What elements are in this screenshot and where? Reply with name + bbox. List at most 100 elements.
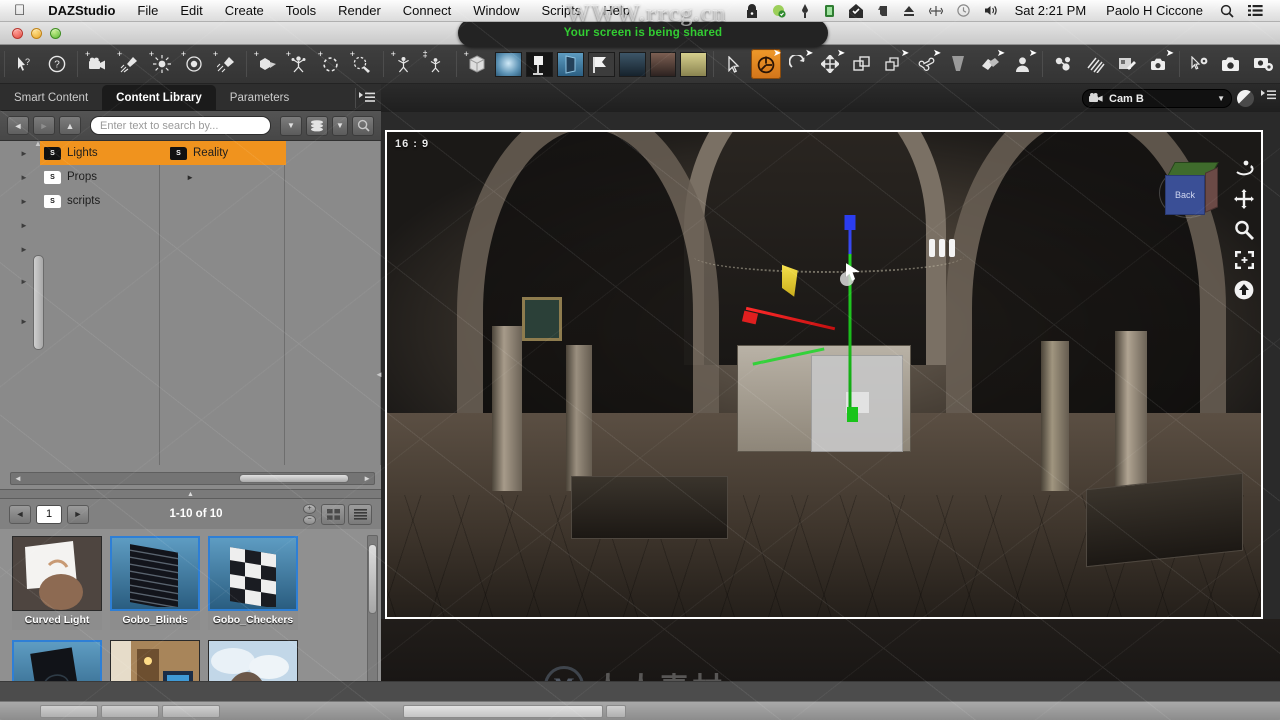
scrollbar-thumb[interactable] bbox=[239, 474, 349, 483]
viewport-options-icon[interactable] bbox=[1261, 90, 1276, 102]
add-pointlight-icon[interactable]: + bbox=[147, 49, 177, 79]
view-cube[interactable]: Back bbox=[1159, 162, 1227, 220]
thumbnail-image[interactable] bbox=[110, 536, 200, 611]
tree-item-scripts[interactable]: S scripts bbox=[40, 189, 200, 213]
lock-icon[interactable] bbox=[746, 3, 758, 18]
forward-arrow-icon[interactable]: ► bbox=[33, 116, 55, 135]
scene-preset-thumb[interactable] bbox=[618, 51, 646, 77]
eject-icon[interactable] bbox=[903, 5, 915, 17]
tree-item-reality[interactable]: S Reality bbox=[166, 141, 286, 165]
tree-column-divider[interactable] bbox=[284, 141, 285, 465]
stack-icon[interactable] bbox=[306, 115, 328, 136]
next-page-button[interactable]: ► bbox=[67, 504, 89, 524]
render-settings-icon[interactable] bbox=[1185, 49, 1215, 79]
frame-icon[interactable] bbox=[1234, 251, 1254, 269]
add-distantlight-icon[interactable]: + bbox=[179, 49, 209, 79]
add-figure-node-icon[interactable]: + bbox=[389, 49, 419, 79]
search-input[interactable]: Enter text to search by... bbox=[90, 116, 271, 135]
render-options-icon[interactable] bbox=[1249, 49, 1279, 79]
dock-item[interactable] bbox=[606, 704, 626, 718]
camera-selector[interactable]: Cam B ▼ bbox=[1082, 89, 1232, 108]
minus-icon[interactable]: − bbox=[303, 514, 316, 525]
gizmo-axis-y-handle[interactable] bbox=[844, 215, 856, 231]
volume-icon[interactable] bbox=[984, 4, 998, 17]
flag-preset-thumb[interactable] bbox=[587, 51, 615, 77]
surface-tool-icon[interactable]: ➤ bbox=[975, 49, 1005, 79]
add-figure-icon[interactable]: + bbox=[284, 49, 314, 79]
evernote-icon[interactable] bbox=[877, 4, 889, 18]
thumbnail-item-gobo-checkers[interactable]: Gobo_Checkers bbox=[208, 536, 298, 632]
node-tool-icon[interactable]: ➤ bbox=[879, 49, 909, 79]
bone-tool-icon[interactable]: ➤ bbox=[911, 49, 941, 79]
render-camera-icon[interactable]: ➤ bbox=[1144, 49, 1174, 79]
menu-app-name[interactable]: DAZStudio bbox=[37, 3, 126, 18]
menu-item-file[interactable]: File bbox=[126, 3, 169, 18]
transform-gizmo[interactable] bbox=[741, 215, 911, 422]
translate-tool-icon[interactable]: ➤ bbox=[815, 49, 845, 79]
add-camera-icon[interactable]: + bbox=[83, 49, 113, 79]
panel-viewport-splitter[interactable]: ◄ bbox=[375, 370, 383, 386]
add-spotlight-icon[interactable]: + bbox=[115, 49, 145, 79]
gizmo-axis-z-handle[interactable] bbox=[846, 406, 858, 422]
search-icon[interactable] bbox=[1220, 4, 1234, 18]
chevron-down-icon[interactable]: ▼ bbox=[332, 115, 348, 136]
grid-view-button[interactable] bbox=[321, 503, 345, 525]
dropbox-icon[interactable] bbox=[772, 4, 786, 18]
add-group-icon[interactable]: + bbox=[348, 49, 378, 79]
scrollbar-thumb[interactable] bbox=[368, 544, 377, 614]
droplet-icon[interactable] bbox=[800, 3, 810, 18]
universal-tool-icon[interactable]: ➤ bbox=[751, 49, 782, 79]
thumbnail-size-controls[interactable]: + − bbox=[303, 503, 316, 525]
tab-parameters[interactable]: Parameters bbox=[216, 85, 303, 110]
thumbnail-scrollbar[interactable] bbox=[367, 535, 378, 685]
expander-scripts-icon[interactable]: ► bbox=[18, 197, 30, 206]
orbit-icon[interactable] bbox=[1234, 160, 1254, 178]
expander-extra-icon[interactable]: ► bbox=[18, 221, 30, 230]
list-view-button[interactable] bbox=[348, 503, 372, 525]
thumbnail-image[interactable] bbox=[208, 536, 298, 611]
dock-item[interactable] bbox=[162, 704, 220, 718]
clock-icon[interactable] bbox=[956, 4, 970, 17]
pointer-question-icon[interactable]: ? bbox=[10, 49, 40, 79]
panel-options-icon[interactable] bbox=[355, 88, 377, 108]
expander-extra-icon[interactable]: ► bbox=[18, 277, 30, 286]
character-2-thumb[interactable] bbox=[680, 51, 708, 77]
scroll-left-icon[interactable]: ◄ bbox=[11, 474, 25, 483]
up-arrow-icon[interactable]: ▲ bbox=[59, 116, 81, 135]
menu-item-connect[interactable]: Connect bbox=[392, 3, 462, 18]
prev-page-button[interactable]: ◄ bbox=[9, 504, 31, 524]
view-cube-side-face[interactable] bbox=[1205, 167, 1218, 213]
thumbnail-item-curved-light[interactable]: Curved Light bbox=[12, 536, 102, 632]
menu-item-render[interactable]: Render bbox=[327, 3, 392, 18]
dock-item[interactable] bbox=[101, 704, 159, 718]
question-circle-icon[interactable]: ? bbox=[42, 49, 72, 79]
select-tool-icon[interactable] bbox=[719, 49, 749, 79]
light-preset-thumb[interactable] bbox=[494, 51, 522, 77]
scroll-right-icon[interactable]: ► bbox=[360, 474, 374, 483]
add-primitive-icon[interactable]: + bbox=[252, 49, 282, 79]
expander-props-icon[interactable]: ► bbox=[18, 173, 30, 182]
draw-style-icon[interactable] bbox=[1237, 90, 1254, 107]
puppeteer-icon[interactable] bbox=[1112, 49, 1142, 79]
notification-center-icon[interactable] bbox=[1248, 4, 1263, 17]
os-dock-strip[interactable] bbox=[0, 701, 1280, 720]
scrollbar-thumb[interactable] bbox=[33, 255, 44, 350]
add-joint-icon[interactable]: ‡ bbox=[421, 49, 451, 79]
dock-item[interactable] bbox=[40, 704, 98, 718]
spotlight-cone-icon[interactable] bbox=[943, 49, 973, 79]
tree-column-divider[interactable] bbox=[380, 141, 381, 465]
tree-item-props[interactable]: S Props ► bbox=[40, 165, 200, 189]
scale-tool-icon[interactable] bbox=[847, 49, 877, 79]
character-1-thumb[interactable] bbox=[649, 51, 677, 77]
chevron-right-icon[interactable]: ► bbox=[186, 173, 200, 182]
battery-icon[interactable] bbox=[824, 4, 835, 18]
thumbnail-item-gobo-blinds[interactable]: Gobo_Blinds bbox=[110, 536, 200, 632]
dock-item[interactable] bbox=[403, 704, 603, 718]
tab-smart-content[interactable]: Smart Content bbox=[0, 85, 102, 110]
expander-lights-icon[interactable]: ► bbox=[18, 149, 30, 158]
add-linearlight-icon[interactable]: + bbox=[211, 49, 241, 79]
menubar-username[interactable]: Paolo H Ciccone bbox=[1106, 3, 1203, 18]
menu-item-window[interactable]: Window bbox=[462, 3, 530, 18]
menubar-clock[interactable]: Sat 2:21 PM bbox=[1015, 3, 1087, 18]
tree-horizontal-scrollbar[interactable]: ◄ ► bbox=[10, 472, 375, 485]
